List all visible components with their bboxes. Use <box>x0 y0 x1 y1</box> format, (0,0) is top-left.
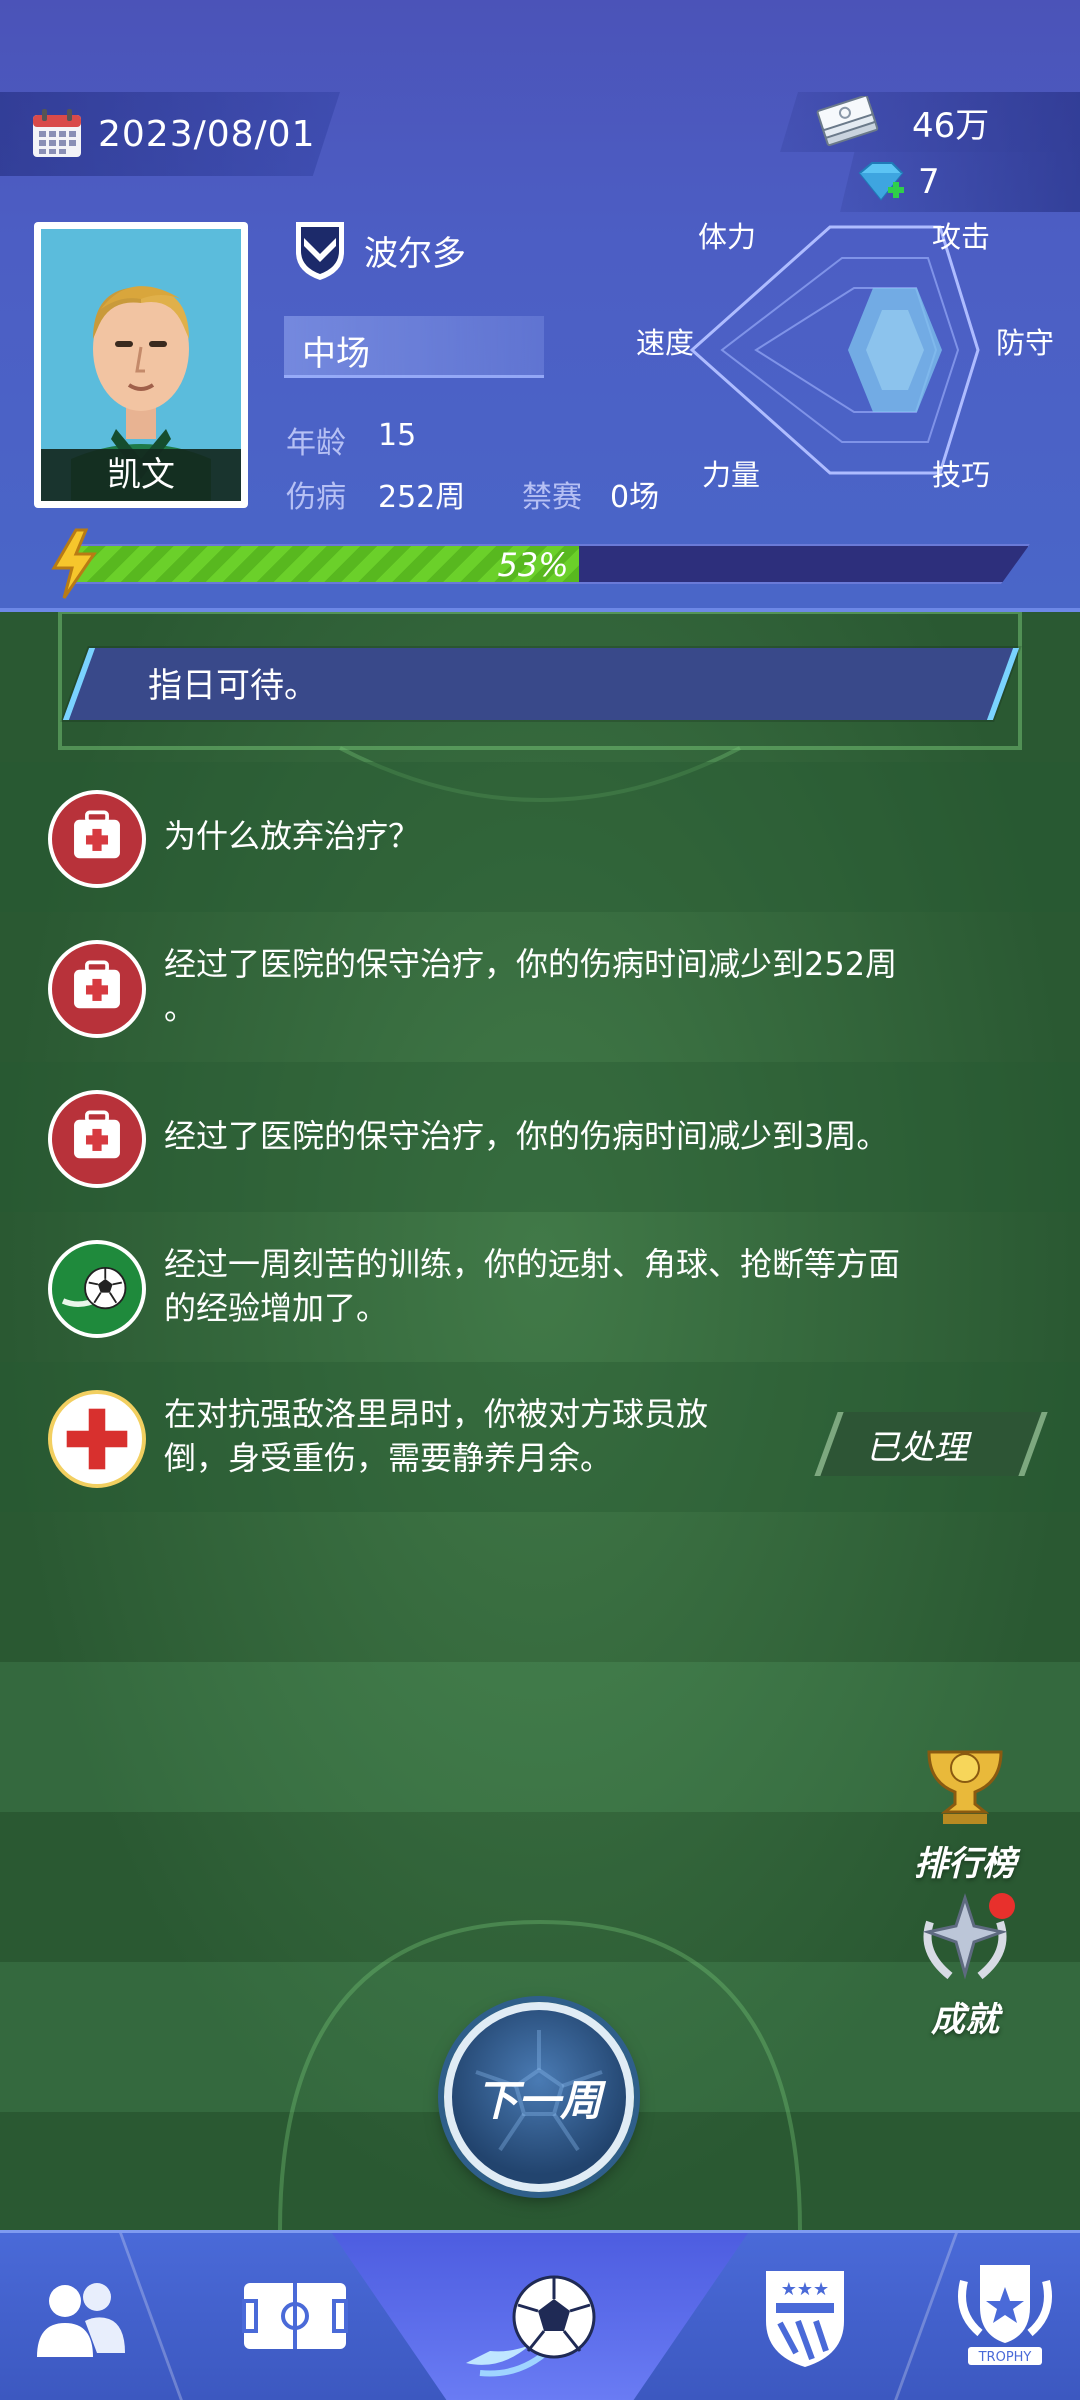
event-text-line: 。 <box>164 989 197 1027</box>
notification-dot <box>989 1893 1015 1919</box>
avatar: 凯文 <box>41 229 241 501</box>
injury-value: 252周 <box>378 480 466 515</box>
suspension-label: 禁赛 <box>522 480 582 515</box>
medkit-icon <box>48 940 146 1038</box>
event-row[interactable]: 为什么放弃治疗？ <box>0 762 1080 912</box>
player-position: 中场 <box>302 334 370 374</box>
attr-defense-label: 防守 <box>996 326 1055 360</box>
tactics-field-icon <box>242 2283 348 2349</box>
club-name: 波尔多 <box>364 234 466 274</box>
next-week-button[interactable]: 下一周 <box>444 2002 634 2192</box>
player-header: 2023/08/01 46万 7 凯文 波尔多 中场 年龄 15 伤病 252周… <box>0 0 1080 612</box>
trophy-icon: TROPHY <box>958 2265 1052 2365</box>
calendar-icon <box>33 109 81 157</box>
achievements-label: 成就 <box>931 2000 999 2040</box>
nav-tactics[interactable] <box>200 2233 380 2400</box>
club-shield-icon <box>296 222 344 280</box>
player-portrait[interactable]: 凯文 <box>34 222 248 508</box>
nav-match[interactable] <box>440 2233 640 2400</box>
player-name: 凯文 <box>41 449 241 501</box>
attr-strength-label: 力量 <box>702 458 761 492</box>
event-text-line: 经过一周刻苦的训练，你的远射、角球、抢断等方面 <box>164 1245 901 1283</box>
position-badge: 中场 <box>284 316 544 378</box>
event-text: 经过了医院的保守治疗，你的伤病时间减少到3周。 <box>164 1114 964 1158</box>
bottom-navigation: ★★★ TROPHY <box>0 2230 1080 2400</box>
cash-stack-icon <box>816 96 879 147</box>
leaderboard-label: 排行榜 <box>914 1844 1016 1884</box>
lightning-bolt-icon <box>51 528 97 599</box>
quote-text: 指日可待。 <box>148 666 318 706</box>
club-badge-icon: ★★★ <box>766 2271 844 2367</box>
laurel-star-icon <box>922 1893 1015 1980</box>
attr-speed-label: 速度 <box>636 326 695 360</box>
soccer-ball-icon <box>466 2275 596 2377</box>
achievements-button[interactable]: 成就 <box>890 1892 1040 2041</box>
cash-amount: 46万 <box>912 105 990 146</box>
next-week-label: 下一周 <box>475 2075 602 2125</box>
attr-stamina-label: 体力 <box>698 220 757 254</box>
soccer-ball-icon <box>48 1240 146 1338</box>
progress-percent: 53% <box>497 546 569 584</box>
gem-amount: 7 <box>918 162 940 202</box>
event-row[interactable]: 经过一周刻苦的训练，你的远射、角球、抢断等方面 的经验增加了。 <box>0 1212 1080 1362</box>
event-text-line: 经过了医院的保守治疗，你的伤病时间减少到252周 <box>164 945 898 983</box>
nav-trophy[interactable]: TROPHY <box>930 2233 1080 2400</box>
current-date: 2023/08/01 <box>98 113 316 155</box>
medkit-icon <box>48 790 146 888</box>
growth-progress-bar: 53% <box>70 544 1030 584</box>
nav-club[interactable]: ★★★ <box>720 2233 890 2400</box>
medkit-icon <box>48 1090 146 1188</box>
leaderboard-button[interactable]: 排行榜 <box>890 1742 1040 1885</box>
attr-technique-label: 技巧 <box>932 458 991 492</box>
trophy-cup-icon <box>927 1750 1003 1824</box>
handled-status-text: 已处理 <box>866 1428 968 1468</box>
nav-team[interactable] <box>0 2233 160 2400</box>
event-text: 经过了医院的保守治疗，你的伤病时间减少到252周 。 <box>164 942 964 1030</box>
event-row[interactable]: 经过了医院的保守治疗，你的伤病时间减少到3周。 <box>0 1062 1080 1212</box>
event-text: 经过一周刻苦的训练，你的远射、角球、抢断等方面 的经验增加了。 <box>164 1242 964 1330</box>
event-feed-field: 指日可待。 为什么放弃治疗？ 经过了医院的保守治疗，你的伤病时间减少到252周 … <box>0 612 1080 2230</box>
svg-text:★★★: ★★★ <box>781 2279 829 2300</box>
event-text-line: 经过了医院的保守治疗，你的伤病时间减少到3周。 <box>164 1117 889 1155</box>
trophy-badge-text: TROPHY <box>978 2350 1032 2365</box>
cash-display[interactable]: 46万 <box>780 92 1080 152</box>
age-value: 15 <box>378 418 417 453</box>
event-row[interactable]: 在对抗强敌洛里昂时，你被对方球员放 倒，身受重伤，需要静养月余。 已处理 <box>0 1362 1080 1512</box>
team-icon <box>37 2283 125 2357</box>
event-text-line: 为什么放弃治疗？ <box>164 817 421 855</box>
event-row[interactable]: 经过了医院的保守治疗，你的伤病时间减少到252周 。 <box>0 912 1080 1062</box>
injury-label: 伤病 <box>286 480 346 515</box>
age-label: 年龄 <box>286 426 346 461</box>
attr-attack-label: 攻击 <box>932 220 991 254</box>
event-text-line: 的经验增加了。 <box>164 1289 389 1327</box>
event-text: 为什么放弃治疗？ <box>164 814 964 858</box>
red-cross-icon <box>48 1390 146 1488</box>
date-display: 2023/08/01 <box>0 92 340 176</box>
